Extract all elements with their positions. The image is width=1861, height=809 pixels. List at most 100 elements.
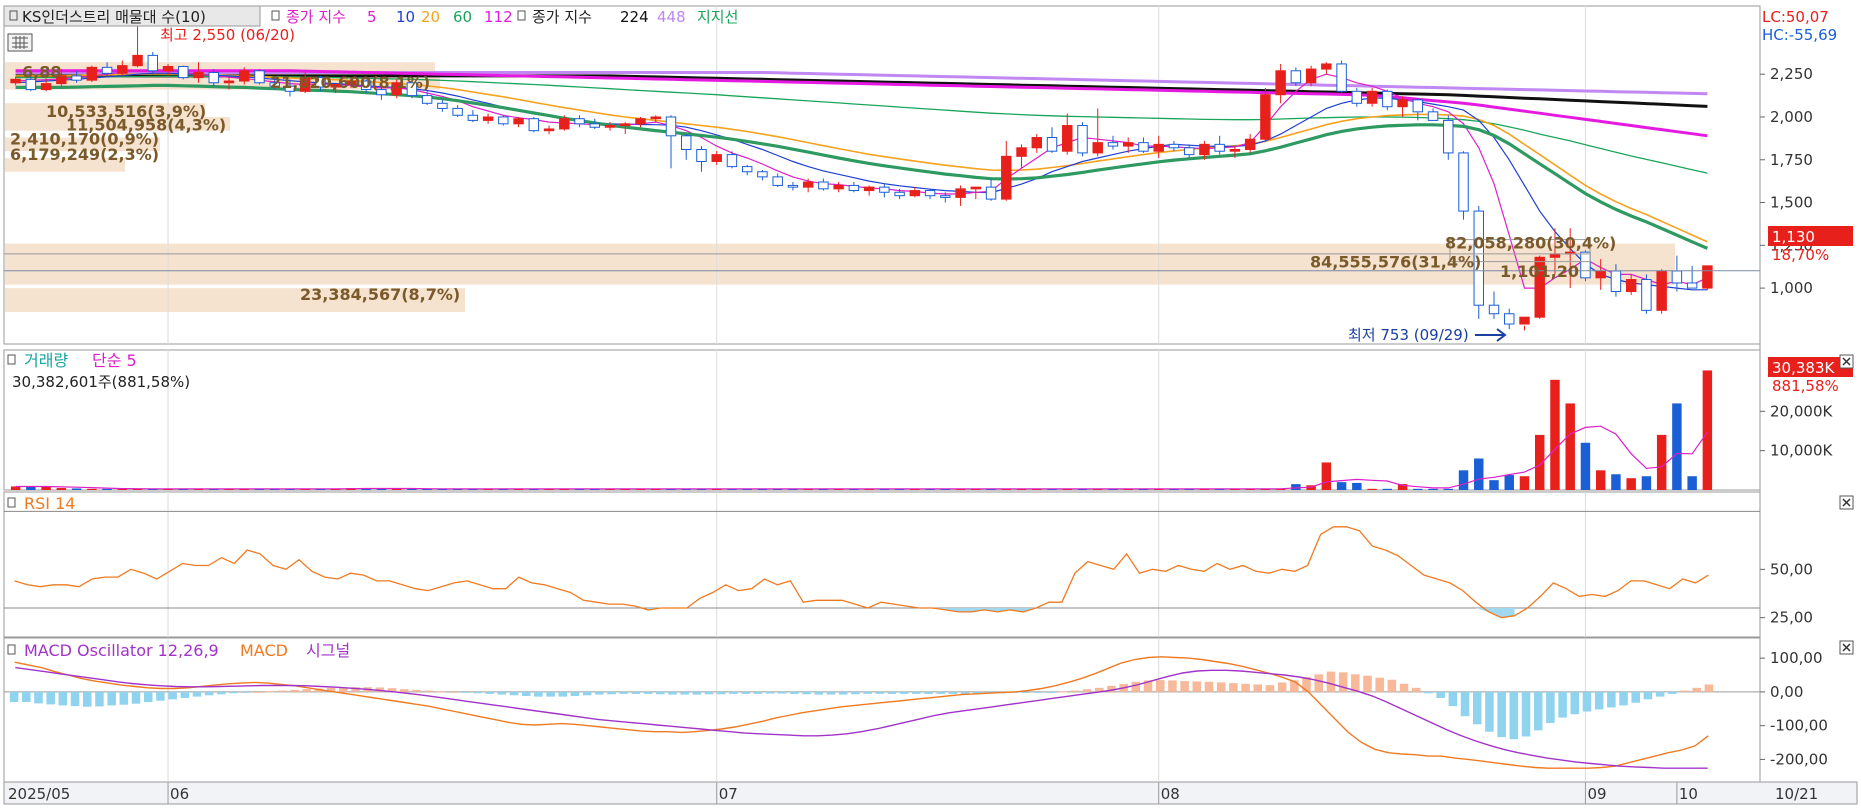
macd-histogram-bar [229, 691, 238, 694]
candle-body [1001, 155, 1012, 200]
macd-histogram-bar [1021, 691, 1031, 693]
candle-body [741, 166, 753, 173]
volume-bar [1656, 434, 1667, 490]
volume-tick-label: 20,000K [1770, 402, 1833, 420]
macd-histogram-bar [838, 691, 848, 695]
macd-histogram-bar [82, 691, 92, 707]
panel-close-buttons [1839, 354, 1854, 655]
macd-histogram-bar [595, 691, 604, 695]
candle-body [1366, 90, 1378, 104]
price-tick-label: 1,500 [1770, 194, 1813, 212]
macd-histogram-bar [241, 691, 251, 693]
time-axis-label: 09 [1587, 785, 1606, 803]
candle-body [772, 176, 783, 186]
macd-histogram-bar [1168, 680, 1177, 692]
volume-label[interactable]: 거래량 [24, 351, 68, 370]
macd-label[interactable]: MACD [240, 641, 288, 660]
macd-histogram-bar [741, 691, 750, 694]
macd-histogram-bar [1412, 687, 1421, 692]
candle-body [757, 171, 768, 178]
close-index-label[interactable]: 종가 지수 [286, 8, 346, 26]
macd-histogram-bar [107, 691, 116, 706]
candle-body [1214, 143, 1225, 152]
candle-body [1671, 270, 1683, 284]
price-tick-label: 1,750 [1770, 151, 1813, 169]
candle-body [1595, 270, 1606, 279]
candle-body [452, 107, 463, 116]
title-box-label[interactable]: KS인더스트리 매물대 수(10) [22, 8, 206, 26]
macd-histogram-bar [1497, 691, 1506, 738]
macd-histogram-bar [1533, 691, 1543, 731]
macd-tick-label: -100,00 [1770, 717, 1828, 735]
macd-histogram-bar [1253, 684, 1263, 692]
macd-histogram-bar [631, 691, 641, 694]
macd-histogram-bar [1509, 691, 1519, 740]
macd-histogram-bar [22, 691, 31, 703]
candle-body [589, 123, 601, 128]
ma-period-legend[interactable]: 60 [453, 8, 472, 26]
macd-histogram-bar [497, 691, 507, 695]
candle-body [1702, 265, 1713, 289]
candle-body [1641, 279, 1652, 311]
close-index2-label[interactable]: 종가 지수 [532, 8, 592, 26]
grid-icon-lines [12, 36, 28, 49]
ma-period-legend[interactable]: 10 [396, 8, 415, 26]
macd-histogram-bar [619, 691, 629, 694]
macd-histogram-bar [814, 691, 824, 695]
macd-histogram-bar [485, 691, 494, 694]
rsi-label[interactable]: RSI 14 [24, 494, 75, 513]
macd-histogram-bar [265, 691, 275, 693]
support-line-label[interactable]: 지지선 [697, 8, 738, 26]
volume-bar [1595, 470, 1606, 490]
macd-histogram-bar [1424, 691, 1433, 694]
ma-period-legend[interactable]: 20 [421, 8, 440, 26]
candle-body [924, 190, 936, 197]
price-tick-label: 1,000 [1770, 279, 1813, 297]
candle-body [178, 66, 189, 79]
macd-tick-label: -200,00 [1770, 750, 1828, 768]
macd-histogram-bar [899, 691, 909, 694]
volume-badge-text: 30,383K [1772, 359, 1835, 377]
macd-axis: 100,00 0,00 -100,00 -200,00 [1760, 649, 1828, 768]
signal-label[interactable]: 시그널 [306, 641, 350, 660]
candle-body [1031, 137, 1042, 149]
volume-profile-label: 84,555,576(31,4%) [1310, 253, 1481, 272]
macd-histogram-bar [1448, 691, 1458, 707]
rsi-line [14, 526, 1709, 619]
macd-histogram-bar [521, 691, 531, 696]
candle-body [620, 123, 631, 127]
candle-body [863, 186, 875, 192]
macd-histogram-bar [1180, 681, 1189, 692]
volume-bar [1367, 488, 1377, 490]
macd-histogram-bar [1058, 691, 1067, 693]
macd-series [4, 656, 1760, 769]
candle-body [1260, 94, 1271, 140]
candle-body [1656, 270, 1667, 311]
volume-profile-label: 6,88 [22, 63, 61, 82]
macd-histogram-bar [704, 691, 714, 695]
macd-histogram-bar [1192, 681, 1202, 692]
candle-body [482, 116, 494, 121]
candle-body [1183, 147, 1195, 156]
candle-body [894, 191, 905, 197]
price-tick-label: 2,250 [1770, 65, 1813, 83]
macd-osc-label[interactable]: MACD Oscillator 12,26,9 [24, 641, 219, 660]
ma-period-legend[interactable]: 5 [367, 8, 377, 26]
price-gridlines [167, 6, 1586, 782]
candle-body [193, 71, 204, 79]
ma-period-legend[interactable]: 112 [484, 8, 513, 26]
macd-histogram-bar [912, 691, 921, 694]
macd-histogram-bar [863, 691, 872, 694]
panel-frame [3, 349, 1761, 491]
volume-bar [1336, 482, 1347, 490]
macd-histogram-bar [1229, 683, 1238, 692]
macd-histogram-bar [1436, 691, 1445, 698]
macd-histogram-bar [1046, 691, 1055, 693]
rsi-axis: 50,00 25,00 [1760, 560, 1813, 627]
candle-body [985, 186, 997, 200]
volume-ma-label[interactable]: 단순 5 [92, 351, 137, 370]
support-line [15, 83, 1709, 250]
macd-histogram-bar [58, 691, 68, 706]
volume-tick-label: 10,000K [1770, 442, 1833, 460]
rsi-series [4, 510, 1760, 619]
